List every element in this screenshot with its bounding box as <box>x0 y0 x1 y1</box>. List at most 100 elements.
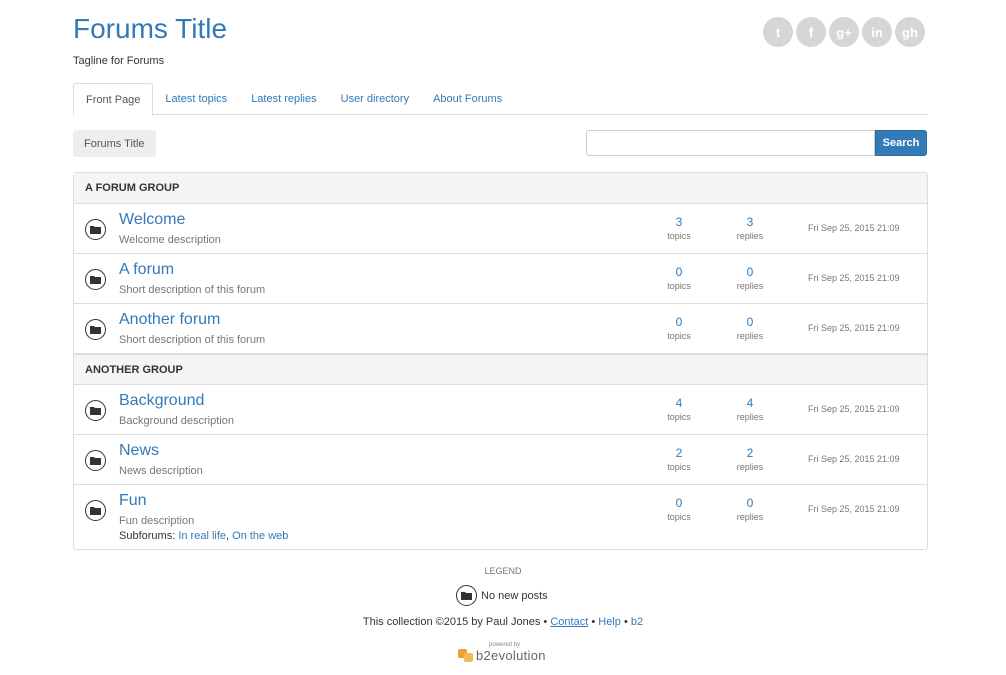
subforum-link[interactable]: In real life <box>178 530 226 542</box>
group-header: A FORUM GROUP <box>74 173 927 204</box>
topics-count: 4 topics <box>654 396 704 424</box>
forum-row: Fun Fun description Subforums: In real l… <box>74 485 927 549</box>
replies-count: 2 replies <box>725 446 775 474</box>
replies-label: replies <box>736 231 764 241</box>
replies-count: 4 replies <box>725 396 775 424</box>
replies-count: 3 replies <box>725 215 775 243</box>
legend-item: No new posts <box>456 585 548 606</box>
topics-label: topics <box>667 412 691 422</box>
site-title[interactable]: Forums Title <box>73 13 227 45</box>
b2evolution-name: b2evolution <box>476 648 546 663</box>
topics-number: 0 <box>675 315 683 329</box>
replies-label: replies <box>736 512 764 522</box>
search-form: Search <box>586 130 927 156</box>
forum-title[interactable]: Welcome <box>119 211 185 229</box>
nav-tabs: Front Page Latest topics Latest replies … <box>73 83 928 116</box>
replies-number: 4 <box>746 396 754 410</box>
topics-label: topics <box>667 331 691 341</box>
topics-count: 2 topics <box>654 446 704 474</box>
forum-row: News News description 2 topics 2 replies F… <box>74 435 927 485</box>
help-link[interactable]: Help <box>598 616 621 628</box>
forum-description: Background description <box>119 415 234 427</box>
topics-count: 0 topics <box>654 315 704 343</box>
topics-count: 0 topics <box>654 265 704 293</box>
last-post-date: Fri Sep 25, 2015 21:09 <box>808 454 900 464</box>
topics-number: 0 <box>675 265 683 279</box>
topics-count: 3 topics <box>654 215 704 243</box>
search-button[interactable]: Search <box>875 130 927 156</box>
replies-label: replies <box>736 412 764 422</box>
separator: • <box>623 616 628 628</box>
replies-number: 3 <box>746 215 754 229</box>
tab-latest-topics[interactable]: Latest topics <box>153 83 239 115</box>
powered-by-badge[interactable]: powered by b2evolution <box>457 642 549 666</box>
replies-number: 0 <box>746 496 754 510</box>
legend-label: No new posts <box>481 589 548 602</box>
footer: This collection ©2015 by Paul Jones • Co… <box>0 616 1006 628</box>
forum-title[interactable]: Another forum <box>119 311 220 329</box>
search-input[interactable] <box>586 130 875 156</box>
replies-count: 0 replies <box>725 315 775 343</box>
forum-row: A forum Short description of this forum … <box>74 254 927 304</box>
subforums: Subforums: In real life, On the web <box>119 530 289 542</box>
last-post-date: Fri Sep 25, 2015 21:09 <box>808 223 900 233</box>
legend-title: LEGEND <box>484 566 522 576</box>
topics-label: topics <box>667 281 691 291</box>
tab-about-forums[interactable]: About Forums <box>421 83 514 115</box>
site-tagline: Tagline for Forums <box>73 55 165 67</box>
twitter-icon[interactable]: t <box>763 17 793 47</box>
replies-count: 0 replies <box>725 265 775 293</box>
replies-count: 0 replies <box>725 496 775 524</box>
subforums-label: Subforums: <box>119 530 176 542</box>
contact-link[interactable]: Contact <box>550 616 588 628</box>
b2-link[interactable]: b2 <box>631 616 643 628</box>
github-icon[interactable]: gh <box>895 17 925 47</box>
forum-title[interactable]: Background <box>119 392 204 410</box>
facebook-icon[interactable]: f <box>796 17 826 47</box>
forum-description: Short description of this forum <box>119 284 266 296</box>
forum-title[interactable]: A forum <box>119 261 174 279</box>
folder-icon <box>85 219 106 240</box>
folder-icon <box>85 400 106 421</box>
folder-icon <box>85 319 106 340</box>
last-post-date: Fri Sep 25, 2015 21:09 <box>808 273 900 283</box>
topics-count: 0 topics <box>654 496 704 524</box>
topics-label: topics <box>667 462 691 472</box>
subforum-link[interactable]: On the web <box>232 530 288 542</box>
copyright-text: This collection ©2015 by Paul Jones <box>362 616 541 628</box>
forum-title[interactable]: Fun <box>119 492 147 510</box>
tab-latest-replies[interactable]: Latest replies <box>239 83 328 115</box>
folder-icon <box>456 585 477 606</box>
tab-user-directory[interactable]: User directory <box>329 83 421 115</box>
topics-number: 3 <box>675 215 683 229</box>
topics-number: 2 <box>675 446 683 460</box>
forum-row: Another forum Short description of this … <box>74 304 927 354</box>
breadcrumb[interactable]: Forums Title <box>73 130 156 157</box>
group-header: ANOTHER GROUP <box>74 354 927 385</box>
forum-description: Fun description <box>119 515 195 527</box>
replies-label: replies <box>736 281 764 291</box>
topics-label: topics <box>667 512 691 522</box>
replies-number: 0 <box>746 265 754 279</box>
google-plus-icon[interactable]: g+ <box>829 17 859 47</box>
replies-label: replies <box>736 331 764 341</box>
folder-icon <box>85 269 106 290</box>
forum-description: Welcome description <box>119 234 221 246</box>
tab-front-page[interactable]: Front Page <box>73 83 154 116</box>
topics-number: 4 <box>675 396 683 410</box>
replies-label: replies <box>736 462 764 472</box>
topics-number: 0 <box>675 496 683 510</box>
linkedin-icon[interactable]: in <box>862 17 892 47</box>
folder-icon <box>85 450 106 471</box>
replies-number: 2 <box>746 446 754 460</box>
separator: • <box>543 616 548 628</box>
separator: • <box>591 616 596 628</box>
forum-list: A FORUM GROUP Welcome Welcome descriptio… <box>73 172 928 550</box>
b2evolution-logo-icon <box>458 649 473 662</box>
last-post-date: Fri Sep 25, 2015 21:09 <box>808 323 900 333</box>
social-links: t f g+ in gh <box>763 17 925 47</box>
forum-title[interactable]: News <box>119 442 159 460</box>
last-post-date: Fri Sep 25, 2015 21:09 <box>808 404 900 414</box>
forum-description: News description <box>119 465 203 477</box>
topics-label: topics <box>667 231 691 241</box>
